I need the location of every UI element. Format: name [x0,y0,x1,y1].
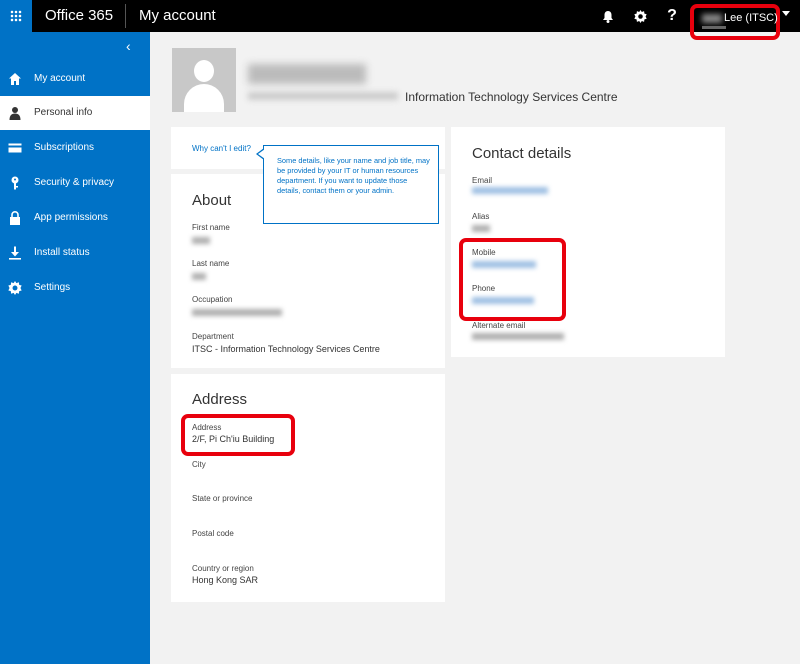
divider [125,4,126,28]
collapse-sidebar-button[interactable]: ‹ [126,38,131,54]
sidebar-item-label: My account [34,73,86,84]
sidebar-item-my-account[interactable]: My account [0,62,150,96]
sidebar: ‹ My account Personal info Subscriptions… [0,32,150,664]
person-icon [9,107,21,120]
sidebar-item-subscriptions[interactable]: Subscriptions [0,131,150,165]
highlight-address [181,414,295,456]
redacted-first-name [192,237,210,244]
redacted-alternate-email [472,333,564,340]
home-icon [9,73,21,85]
about-title: About [192,192,232,209]
avatar-head [194,60,214,82]
user-name: Lee (ITSC) [724,12,778,24]
tooltip-arrow [258,149,265,159]
avatar[interactable] [172,48,236,112]
department-value: ITSC - Information Technology Services C… [192,344,380,354]
help-button[interactable]: ? [656,0,688,32]
lock-icon [10,211,20,225]
occupation-label: Occupation [192,295,233,304]
highlight-mobile-phone [459,238,566,321]
last-name-label: Last name [192,259,230,268]
settings-button[interactable] [624,0,656,32]
alias-label: Alias [472,212,490,221]
redacted-alias [472,225,490,232]
sidebar-item-label: Security & privacy [34,177,115,188]
redacted-display-name [248,64,366,84]
city-label: City [192,460,206,469]
profile-organization: Information Technology Services Centre [405,90,618,104]
postal-code-label: Postal code [192,529,234,538]
alternate-email-label: Alternate email [472,321,526,330]
download-icon [9,246,21,260]
state-label: State or province [192,494,253,503]
brand-label[interactable]: Office 365 [45,7,113,24]
first-name-label: First name [192,223,230,232]
sidebar-item-label: Install status [34,247,90,258]
avatar-body [184,84,224,112]
card-icon [8,143,22,153]
sidebar-item-app-permissions[interactable]: App permissions [0,201,150,235]
sidebar-item-label: App permissions [34,212,108,223]
country-label: Country or region [192,564,254,573]
redacted-last-name [192,273,206,280]
app-launcher-button[interactable] [0,0,32,32]
bell-icon [603,11,613,23]
sidebar-item-label: Subscriptions [34,142,95,153]
department-label: Department [192,332,234,341]
sidebar-item-install-status[interactable]: Install status [0,236,150,270]
redacted-occupation [192,309,282,316]
country-value: Hong Kong SAR [192,575,259,585]
top-bar: Office 365 My account ? Lee (ITSC) [0,0,800,40]
sidebar-item-label: Personal info [34,107,93,118]
gear-icon [8,281,22,295]
sidebar-item-label: Settings [34,282,71,293]
email-label: Email [472,176,493,185]
redacted-text [702,14,722,23]
sidebar-item-settings[interactable]: Settings [0,271,150,305]
why-cant-edit-tooltip: Some details, like your name and job tit… [263,145,439,224]
redacted-job-title [248,92,398,100]
gear-icon [633,10,647,23]
waffle-icon [10,10,22,22]
why-cant-edit-link[interactable]: Why can't I edit? [192,144,251,153]
key-icon [11,176,19,190]
redacted-email[interactable] [472,187,548,194]
chevron-down-icon[interactable] [782,11,790,16]
notifications-button[interactable] [592,0,624,32]
redacted-text [702,26,726,29]
user-menu-button[interactable]: Lee (ITSC) [690,4,780,40]
contact-details-title: Contact details [472,145,572,162]
sidebar-item-personal-info[interactable]: Personal info [0,96,150,130]
page-title: My account [139,7,216,24]
address-card: Address Address 2/F, Pi Ch'iu Building C… [171,374,445,602]
address-title: Address [192,391,248,408]
sidebar-item-security-privacy[interactable]: Security & privacy [0,166,150,200]
